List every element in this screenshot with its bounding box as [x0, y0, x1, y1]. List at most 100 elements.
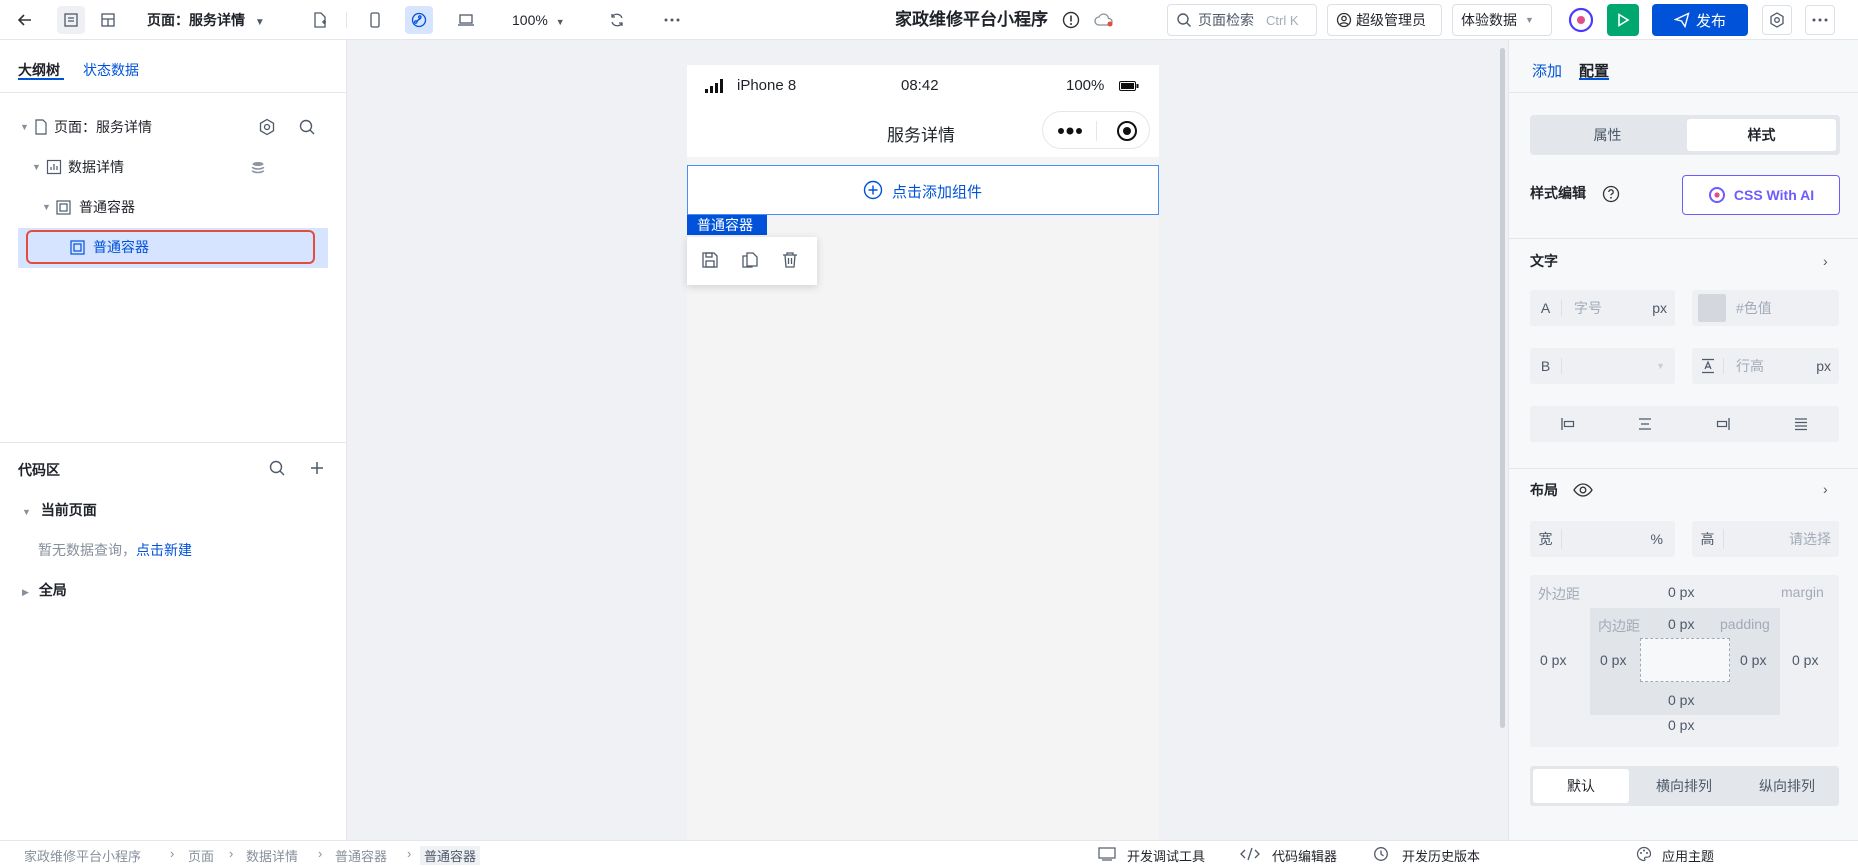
tree-node-label: 页面：服务详情 — [54, 119, 152, 135]
color-swatch[interactable] — [1698, 294, 1726, 322]
info-icon[interactable] — [1057, 6, 1085, 34]
breadcrumb-container[interactable]: 普通容器 — [335, 846, 387, 865]
global-group[interactable]: ▶ 全局 — [22, 580, 67, 600]
settings-icon[interactable] — [1762, 5, 1792, 35]
dev-history-button[interactable]: 开发历史版本 — [1402, 846, 1480, 865]
back-arrow-icon[interactable] — [11, 6, 39, 34]
css-with-ai-button[interactable]: CSS With AI — [1682, 175, 1840, 215]
tree-node-container-selected[interactable]: 普通容器 — [70, 230, 380, 264]
tab-add[interactable]: 添加 — [1532, 60, 1562, 81]
height-input[interactable]: 高 请选择 — [1692, 521, 1839, 557]
align-justify-icon[interactable] — [1793, 416, 1809, 432]
page-selector[interactable]: 页面：服务详情 ▼ — [147, 0, 265, 40]
line-height-icon — [1692, 358, 1724, 374]
save-icon[interactable] — [701, 251, 719, 269]
tree-node-page[interactable]: ▼ 页面：服务详情 — [20, 110, 330, 144]
more-icon[interactable] — [658, 6, 686, 34]
align-left-icon[interactable] — [1560, 416, 1576, 432]
chevron-right-icon[interactable]: › — [1823, 253, 1828, 269]
tree-node-data-detail[interactable]: ▼ 数据详情 — [32, 150, 342, 184]
zoom-select[interactable]: 100% ▼ — [512, 0, 565, 40]
help-icon[interactable] — [1602, 185, 1620, 203]
layout-view-icon[interactable] — [94, 6, 122, 34]
app-theme-button[interactable]: 应用主题 — [1662, 846, 1714, 865]
close-target-icon[interactable] — [1116, 120, 1138, 142]
more-menu-icon[interactable] — [1805, 5, 1835, 35]
refresh-icon[interactable] — [603, 6, 631, 34]
breadcrumb-data-detail[interactable]: 数据详情 — [246, 846, 298, 865]
more-dots-icon[interactable] — [1057, 127, 1083, 135]
miniprogram-device-icon[interactable] — [405, 6, 433, 34]
padding-en-label: padding — [1720, 616, 1770, 632]
search-placeholder: 页面检索 — [1198, 12, 1254, 28]
new-page-icon[interactable] — [306, 6, 334, 34]
breadcrumb-page[interactable]: 页面 — [188, 846, 214, 865]
seg-properties[interactable]: 属性 — [1530, 115, 1685, 155]
page-settings-icon[interactable] — [258, 118, 276, 136]
create-query-link[interactable]: 点击新建 — [136, 542, 192, 558]
delete-icon[interactable] — [781, 251, 799, 269]
tab-state-data[interactable]: 状态数据 — [83, 60, 139, 80]
padding-right-value[interactable]: 0 px — [1740, 652, 1766, 668]
add-component-label: 点击添加组件 — [892, 184, 983, 201]
margin-right-value[interactable]: 0 px — [1792, 652, 1818, 668]
breadcrumb-separator: › — [318, 846, 323, 861]
tree-node-container[interactable]: ▼ 普通容器 — [42, 190, 352, 224]
selected-component-tag: 普通容器 — [687, 215, 767, 235]
eye-icon[interactable] — [1573, 482, 1593, 498]
current-page-group[interactable]: ▼ 当前页面 — [22, 500, 97, 520]
margin-left-value[interactable]: 0 px — [1540, 652, 1566, 668]
padding-left-value[interactable]: 0 px — [1600, 652, 1626, 668]
layout-mode-horizontal[interactable]: 横向排列 — [1634, 769, 1734, 803]
history-icon — [1373, 846, 1389, 862]
font-size-input[interactable]: A 字号 px — [1530, 290, 1675, 326]
align-right-icon[interactable] — [1715, 416, 1731, 432]
font-weight-select[interactable]: B ▼ — [1530, 348, 1675, 384]
container-icon — [70, 239, 85, 255]
desktop-device-icon[interactable] — [452, 6, 480, 34]
padding-top-value[interactable]: 0 px — [1668, 616, 1694, 632]
box-model-editor: 外边距 0 px margin 0 px 0 px 0 px 内边距 0 px … — [1530, 575, 1839, 747]
user-menu-button[interactable]: 超级管理员 — [1327, 4, 1442, 36]
mobile-device-icon[interactable] — [361, 6, 389, 34]
tree-search-icon[interactable] — [298, 118, 316, 136]
breadcrumb-current[interactable]: 普通容器 — [420, 846, 481, 865]
tab-outline-tree[interactable]: 大纲树 — [18, 60, 60, 80]
debug-tools-button[interactable]: 开发调试工具 — [1127, 846, 1205, 865]
font-size-placeholder: 字号 — [1574, 300, 1602, 316]
capsule-menu[interactable] — [1042, 111, 1150, 149]
font-size-prefix: A — [1530, 300, 1562, 316]
margin-top-value[interactable]: 0 px — [1668, 584, 1694, 600]
cloud-sync-icon[interactable] — [1090, 6, 1118, 34]
divider — [1509, 468, 1858, 469]
code-search-icon[interactable] — [268, 459, 286, 477]
page-search-input[interactable]: 页面检索 Ctrl K — [1167, 4, 1317, 36]
add-component-slot[interactable]: 点击添加组件 — [687, 165, 1159, 215]
publish-label: 发布 — [1695, 12, 1726, 30]
breadcrumb-app[interactable]: 家政维修平台小程序 — [24, 846, 141, 865]
page-view-icon[interactable] — [57, 6, 85, 34]
palette-icon — [1636, 846, 1652, 862]
align-center-icon[interactable] — [1637, 416, 1653, 432]
copy-icon[interactable] — [741, 251, 759, 269]
chevron-right-icon[interactable]: › — [1823, 481, 1828, 497]
code-editor-button[interactable]: 代码编辑器 — [1272, 846, 1337, 865]
canvas-scrollbar[interactable] — [1500, 48, 1505, 728]
layout-mode-default[interactable]: 默认 — [1533, 769, 1629, 803]
margin-bottom-value[interactable]: 0 px — [1668, 717, 1694, 733]
tree-node-label: 普通容器 — [93, 239, 149, 255]
ai-assistant-icon[interactable] — [1566, 5, 1596, 35]
preview-run-button[interactable] — [1607, 4, 1639, 36]
data-env-select[interactable]: 体验数据 ▼ — [1452, 4, 1552, 36]
phone-page-title: 服务详情 — [887, 126, 955, 145]
publish-button[interactable]: 发布 — [1652, 4, 1748, 36]
add-icon[interactable] — [308, 459, 326, 477]
device-name: iPhone 8 — [737, 77, 797, 94]
width-input[interactable]: 宽 % — [1530, 521, 1675, 557]
layout-mode-vertical[interactable]: 纵向排列 — [1737, 769, 1837, 803]
phone-status-bar: iPhone 8 08:42 100% — [687, 65, 1159, 107]
color-input[interactable]: #色值 — [1692, 290, 1839, 326]
seg-styles[interactable]: 样式 — [1687, 119, 1836, 151]
line-height-input[interactable]: 行高 px — [1692, 348, 1839, 384]
padding-bottom-value[interactable]: 0 px — [1668, 692, 1694, 708]
